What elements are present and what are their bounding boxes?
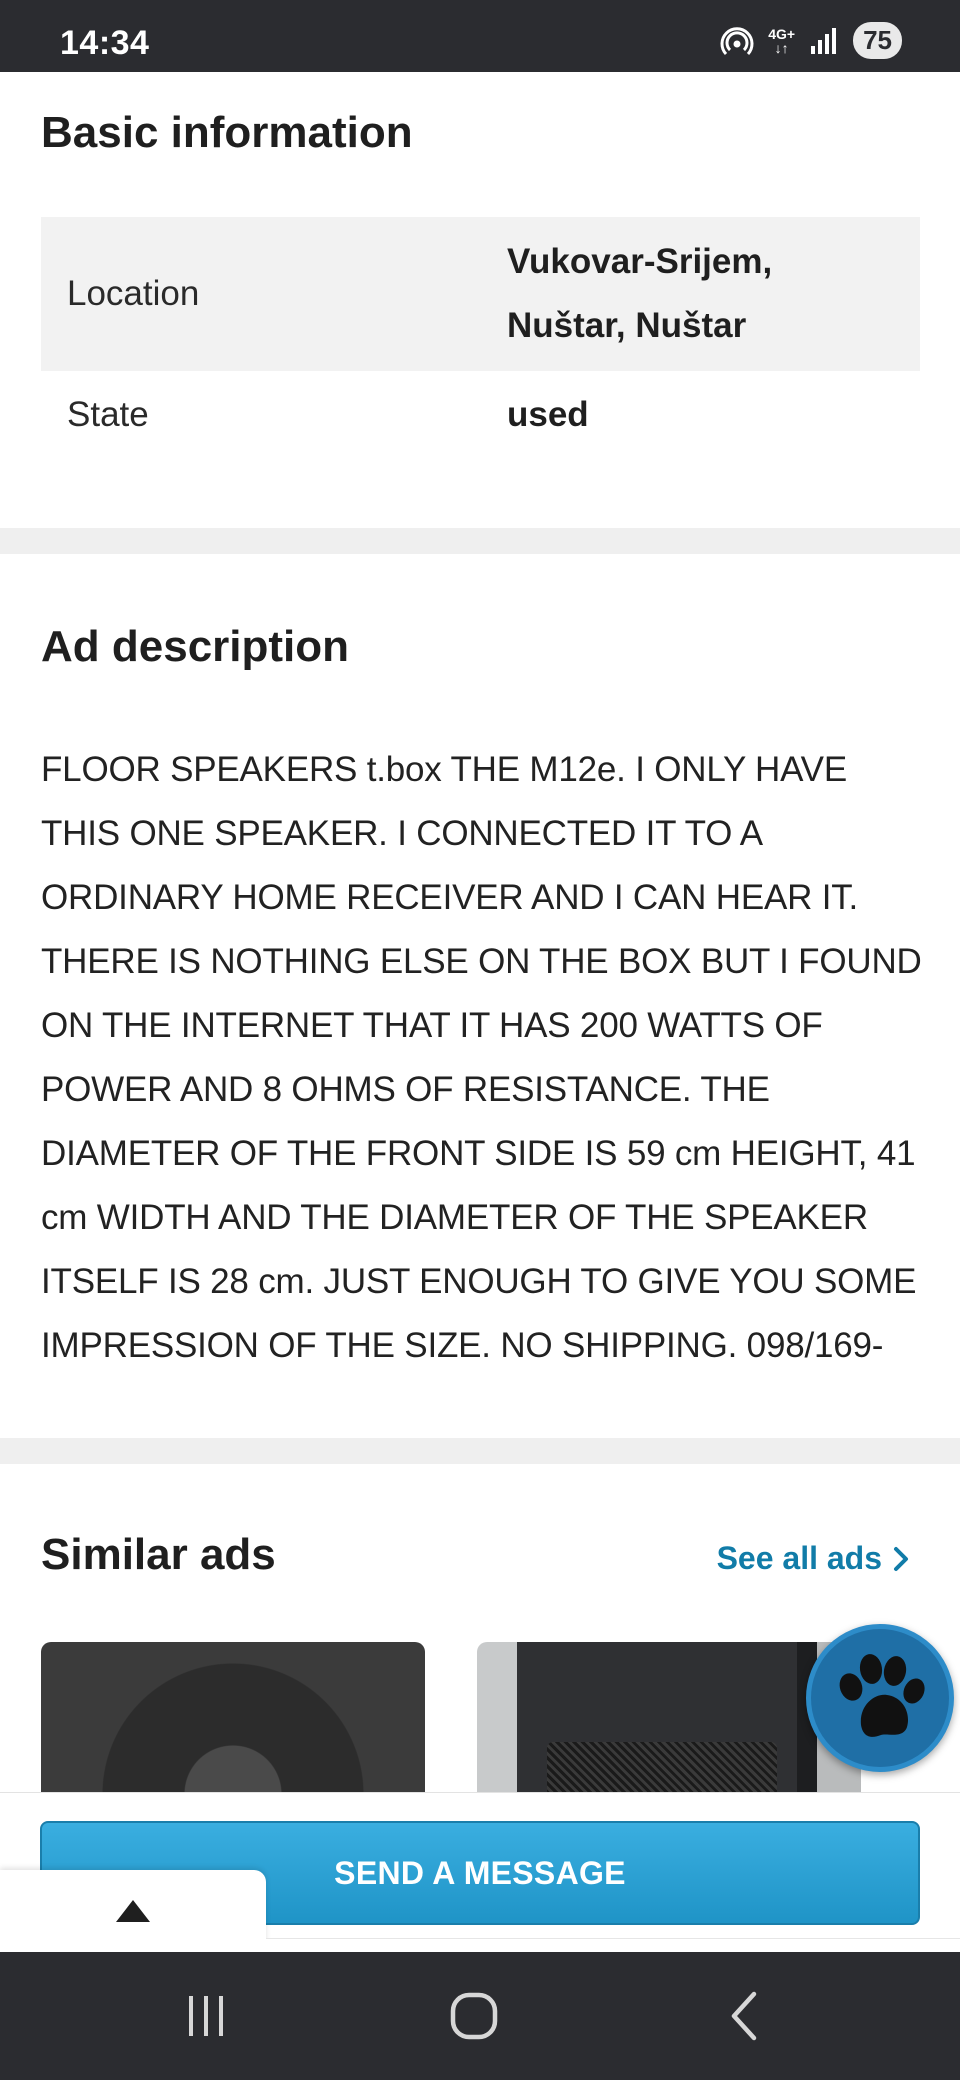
status-icons: 4G+ ↓↑ 75 xyxy=(720,22,902,59)
network-type-label: 4G+ xyxy=(768,25,796,42)
status-time: 14:34 xyxy=(60,24,150,62)
ad-description-text: FLOOR SPEAKERS t.box THE M12e. I ONLY HA… xyxy=(41,750,922,1365)
bottom-panel-edge xyxy=(266,1938,960,1952)
expand-panel-tab[interactable] xyxy=(0,1870,266,1952)
signal-icon xyxy=(811,27,837,54)
basic-information-card: Basic information Location Vukovar-Srije… xyxy=(0,72,960,528)
network-type-icon: 4G+ ↓↑ xyxy=(768,25,796,56)
home-button[interactable] xyxy=(434,1986,514,2046)
see-all-ads-link[interactable]: See all ads xyxy=(717,1540,910,1577)
location-value-line1: Vukovar-Srijem, xyxy=(507,242,773,281)
battery-indicator: 75 xyxy=(853,22,902,59)
location-value-line2: Nuštar, Nuštar xyxy=(507,306,747,345)
table-row-location: Location Vukovar-Srijem, Nuštar, Nuštar xyxy=(41,217,920,371)
status-bar: 14:34 4G+ ↓↑ 75 xyxy=(0,0,960,72)
state-value: used xyxy=(507,395,589,434)
recent-apps-button[interactable] xyxy=(166,1986,246,2046)
home-icon xyxy=(450,1992,498,2040)
location-value: Vukovar-Srijem, Nuštar, Nuštar xyxy=(507,230,920,358)
ad-description-card: Ad description FLOOR SPEAKERS t.box THE … xyxy=(0,554,960,1438)
page-content[interactable]: Basic information Location Vukovar-Srije… xyxy=(0,72,960,1792)
paw-icon xyxy=(839,1654,925,1737)
chevron-right-icon xyxy=(894,1546,908,1571)
state-label: State xyxy=(67,395,149,434)
see-all-ads-label: See all ads xyxy=(716,1540,882,1576)
similar-ad-thumbnail-2[interactable] xyxy=(477,1642,861,1802)
table-row-state: State used xyxy=(41,371,920,459)
triangle-up-icon xyxy=(116,1900,150,1922)
system-navigation-bar xyxy=(0,1952,960,2080)
paw-floating-button[interactable] xyxy=(806,1624,954,1772)
hotspot-icon xyxy=(720,26,754,55)
location-label: Location xyxy=(67,274,200,313)
back-button[interactable] xyxy=(704,1986,784,2046)
recent-apps-icon xyxy=(189,1996,223,2036)
similar-ad-thumbnail-1[interactable] xyxy=(41,1642,425,1802)
similar-ads-title: Similar ads xyxy=(41,1530,276,1579)
back-icon xyxy=(731,1991,757,2041)
basic-information-table: Location Vukovar-Srijem, Nuštar, Nuštar … xyxy=(41,217,920,459)
basic-information-title: Basic information xyxy=(41,108,413,157)
ad-description-title: Ad description xyxy=(41,622,350,671)
